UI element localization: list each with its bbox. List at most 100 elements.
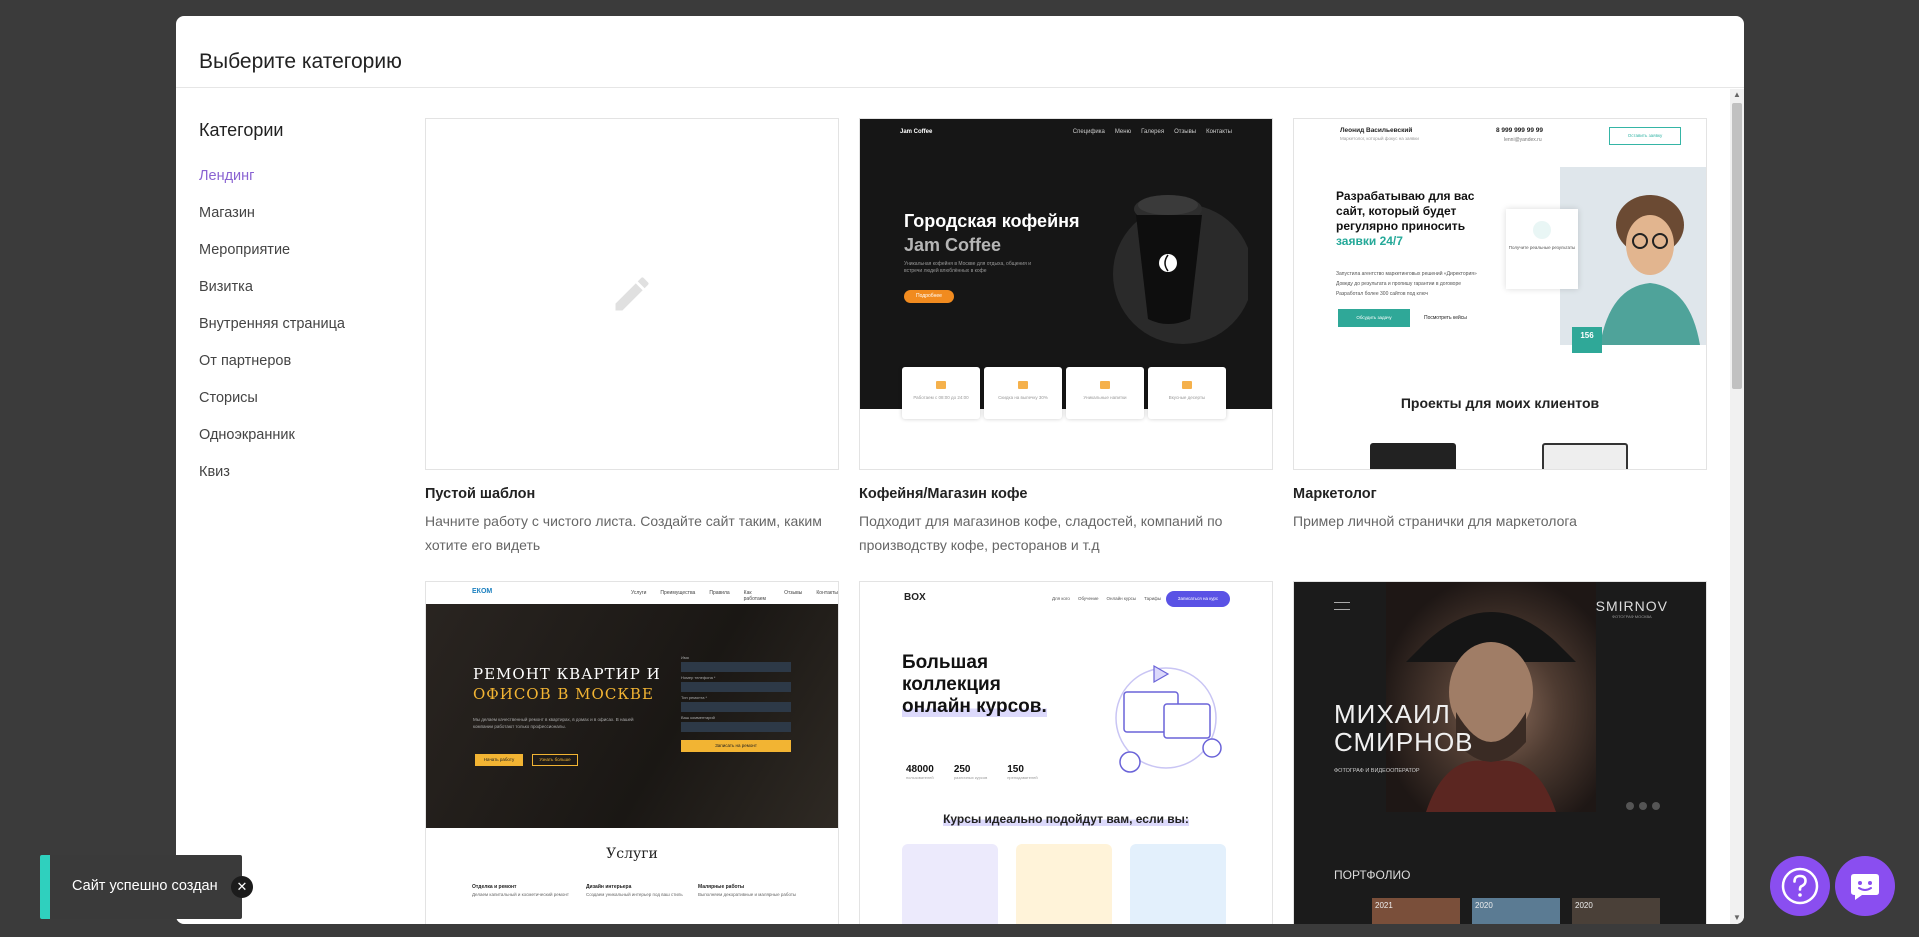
check-icon xyxy=(1533,221,1551,239)
preview-section-title: Курсы идеально подойдут вам, если вы: xyxy=(943,812,1189,826)
preview-button: Узнать больше xyxy=(532,754,578,766)
preview-nav-item: Обучение xyxy=(1077,596,1099,601)
category-quiz[interactable]: Квиз xyxy=(199,463,399,500)
scroll-down-icon[interactable]: ▼ xyxy=(1730,912,1744,924)
template-name: Пустой шаблон xyxy=(425,486,536,502)
category-one-screen[interactable]: Одноэкранник xyxy=(199,426,399,463)
template-thumb-courses[interactable]: BOX Для кого Обучение Онлайн курсы Тариф… xyxy=(859,581,1273,924)
preview-service: Отделка и ремонт Делаем капитальный и кос… xyxy=(472,884,569,897)
preview-headline-line: МИХАИЛ xyxy=(1334,699,1451,729)
preview-result-card: Получите реальные результаты xyxy=(1506,209,1578,289)
template-thumb-coffee[interactable]: Jam Coffee Специфика Меню Галерея Отзывы… xyxy=(859,118,1273,470)
preview-button: Подробнее xyxy=(904,290,954,303)
preview-nav: Для кого Обучение Онлайн курсы Тарифы xyxy=(1052,596,1161,601)
category-business-card[interactable]: Визитка xyxy=(199,278,399,315)
modal-scrollbar[interactable]: ▲ ▼ xyxy=(1730,89,1744,924)
preview-feature: Скидка на выпечку 30% xyxy=(984,367,1062,419)
preview-nav-item: Преимущества xyxy=(660,590,696,596)
preview-nav: ЕКОМ Услуги Преимущества Правила Как раб… xyxy=(426,582,838,604)
preview-form-label: Имя xyxy=(681,655,689,660)
photographer-photo xyxy=(1386,582,1596,812)
chat-button[interactable] xyxy=(1835,856,1895,916)
preview-section-title: Проекты для моих клиентов xyxy=(1400,395,1600,411)
category-sidebar: Категории Лендинг Магазин Мероприятие Ви… xyxy=(199,120,399,500)
preview-nav-item: Онлайн курсы xyxy=(1106,596,1137,601)
preview-bullets: Запустила агентство маркетинговых решени… xyxy=(1336,269,1477,299)
template-description: Начните работу с чистого листа. Создайте… xyxy=(425,513,822,553)
scrollbar-thumb[interactable] xyxy=(1732,103,1742,389)
preview-email: lenni@yandex.ru xyxy=(1504,137,1542,143)
preview-nav-item: Услуги xyxy=(631,590,647,596)
preview-bullet: Доведу до результата и пропишу гарантии … xyxy=(1336,281,1462,287)
scroll-up-icon[interactable]: ▲ xyxy=(1730,89,1744,101)
preview-form-label: Ваш комментарий xyxy=(681,715,715,720)
modal-title: Выберите категорию xyxy=(199,50,402,73)
preview-feature: Вкусные десерты xyxy=(1148,367,1226,419)
template-thumb-marketer[interactable]: Леонид Васильевский Маркетолог, который … xyxy=(1293,118,1707,470)
preview-tagline: Маркетолог, который фокус на заявки xyxy=(1340,136,1419,141)
template-card-repair[interactable]: ЕКОМ Услуги Преимущества Правила Как раб… xyxy=(425,581,839,924)
toast-message: Сайт успешно создан xyxy=(72,878,218,894)
category-stories[interactable]: Сторисы xyxy=(199,389,399,426)
template-name: Кофейня/Магазин кофе xyxy=(859,486,1028,502)
category-landing[interactable]: Лендинг xyxy=(199,167,399,204)
preview-brand: Jam Coffee xyxy=(900,129,933,135)
portfolio-tile: 2020 xyxy=(1472,898,1560,924)
laptop-image xyxy=(1542,443,1628,469)
category-shop[interactable]: Магазин xyxy=(199,204,399,241)
preview-button: Начать работу xyxy=(475,754,523,766)
template-card-coffee[interactable]: Jam Coffee Специфика Меню Галерея Отзывы… xyxy=(859,118,1273,557)
portfolio-tile: 2021 xyxy=(1372,898,1460,924)
category-event[interactable]: Мероприятие xyxy=(199,241,399,278)
preview-nav-item: Контакты xyxy=(1206,129,1232,135)
preview-badge: 156 xyxy=(1572,327,1602,353)
template-thumb-photographer[interactable]: SMIRNOV ФОТОГРАФ МОСКВА МИХАИЛ СМИРНОВ ФО… xyxy=(1293,581,1707,924)
laptop-image xyxy=(1370,443,1456,469)
portfolio-tile: 2020 xyxy=(1572,898,1660,924)
preview-headline: МИХАИЛ СМИРНОВ xyxy=(1334,700,1474,756)
preview-nav-item: Контакты xyxy=(816,590,838,596)
preview-headline-main: Городская кофейня xyxy=(904,211,1080,231)
preview-headline-sub: Jam Coffee xyxy=(904,235,1002,255)
preview-nav-button: Записаться на курс xyxy=(1166,591,1230,607)
preview-stat: 48000 пользователей xyxy=(906,764,934,780)
toast-close-button[interactable]: ✕ xyxy=(231,876,253,898)
template-card-marketer[interactable]: Леонид Васильевский Маркетолог, который … xyxy=(1293,118,1707,533)
preview-nav-item: Как работаем xyxy=(743,590,766,602)
category-inner-page[interactable]: Внутренняя страница xyxy=(199,315,399,352)
category-partners[interactable]: От партнеров xyxy=(199,352,399,389)
template-card-photographer[interactable]: SMIRNOV ФОТОГРАФ МОСКВА МИХАИЛ СМИРНОВ ФО… xyxy=(1293,581,1707,924)
preview-tile xyxy=(1016,844,1112,924)
preview-brand: SMIRNOV ФОТОГРАФ МОСКВА xyxy=(1595,598,1668,619)
preview-tile xyxy=(1130,844,1226,924)
template-card-blank[interactable]: Пустой шаблон Начните работу с чистого л… xyxy=(425,118,839,557)
question-icon xyxy=(1781,867,1819,905)
preview-headline-line: Большая xyxy=(902,652,989,673)
preview-section-title: ПОРТФОЛИО xyxy=(1334,868,1411,882)
preview-nav-item: Правила xyxy=(709,590,730,596)
preview-headline: Разрабатываю для вас сайт, который будет… xyxy=(1336,189,1506,249)
preview-lead: Мы делаем качественный ремонт в квартира… xyxy=(473,717,634,729)
preview-cta: Оставить заявку xyxy=(1609,127,1681,145)
template-name: Маркетолог xyxy=(1293,486,1377,502)
preview-subtitle: ФОТОГРАФ И ВИДЕООПЕРАТОР xyxy=(1334,768,1420,774)
preview-headline: Городская кофейня Jam Coffee xyxy=(904,209,1080,257)
preview-service: Малярные работы Выполняем декоративные и … xyxy=(698,884,797,897)
sidebar-title: Категории xyxy=(199,120,284,140)
preview-section-title: Услуги xyxy=(606,846,658,862)
preview-stats: 48000 пользователей 250 различных курсов 1… xyxy=(906,764,1038,780)
preview-nav-item: Галерея xyxy=(1141,129,1165,135)
preview-form-label: Тип ремонта * xyxy=(681,695,708,700)
preview-form: Имя Номер телефона * Тип ремонта * Ваш к… xyxy=(681,652,791,752)
category-modal: Выберите категорию Категории Лендинг Маг… xyxy=(176,16,1744,924)
template-card-courses[interactable]: BOX Для кого Обучение Онлайн курсы Тариф… xyxy=(859,581,1273,924)
preview-phone: 8 999 999 99 99 xyxy=(1496,127,1543,134)
help-button[interactable] xyxy=(1770,856,1830,916)
person-image xyxy=(1406,612,1576,812)
modal-header: Выберите категорию xyxy=(176,16,1744,88)
preview-nav-item: Тарифы xyxy=(1144,596,1162,601)
template-thumb-blank[interactable] xyxy=(425,118,839,470)
preview-bullet: Разработал более 300 сайтов под ключ xyxy=(1336,291,1428,297)
preview-headline-accent: ОФИСОВ В МОСКВЕ xyxy=(473,685,654,703)
template-thumb-repair[interactable]: ЕКОМ Услуги Преимущества Правила Как раб… xyxy=(425,581,839,924)
